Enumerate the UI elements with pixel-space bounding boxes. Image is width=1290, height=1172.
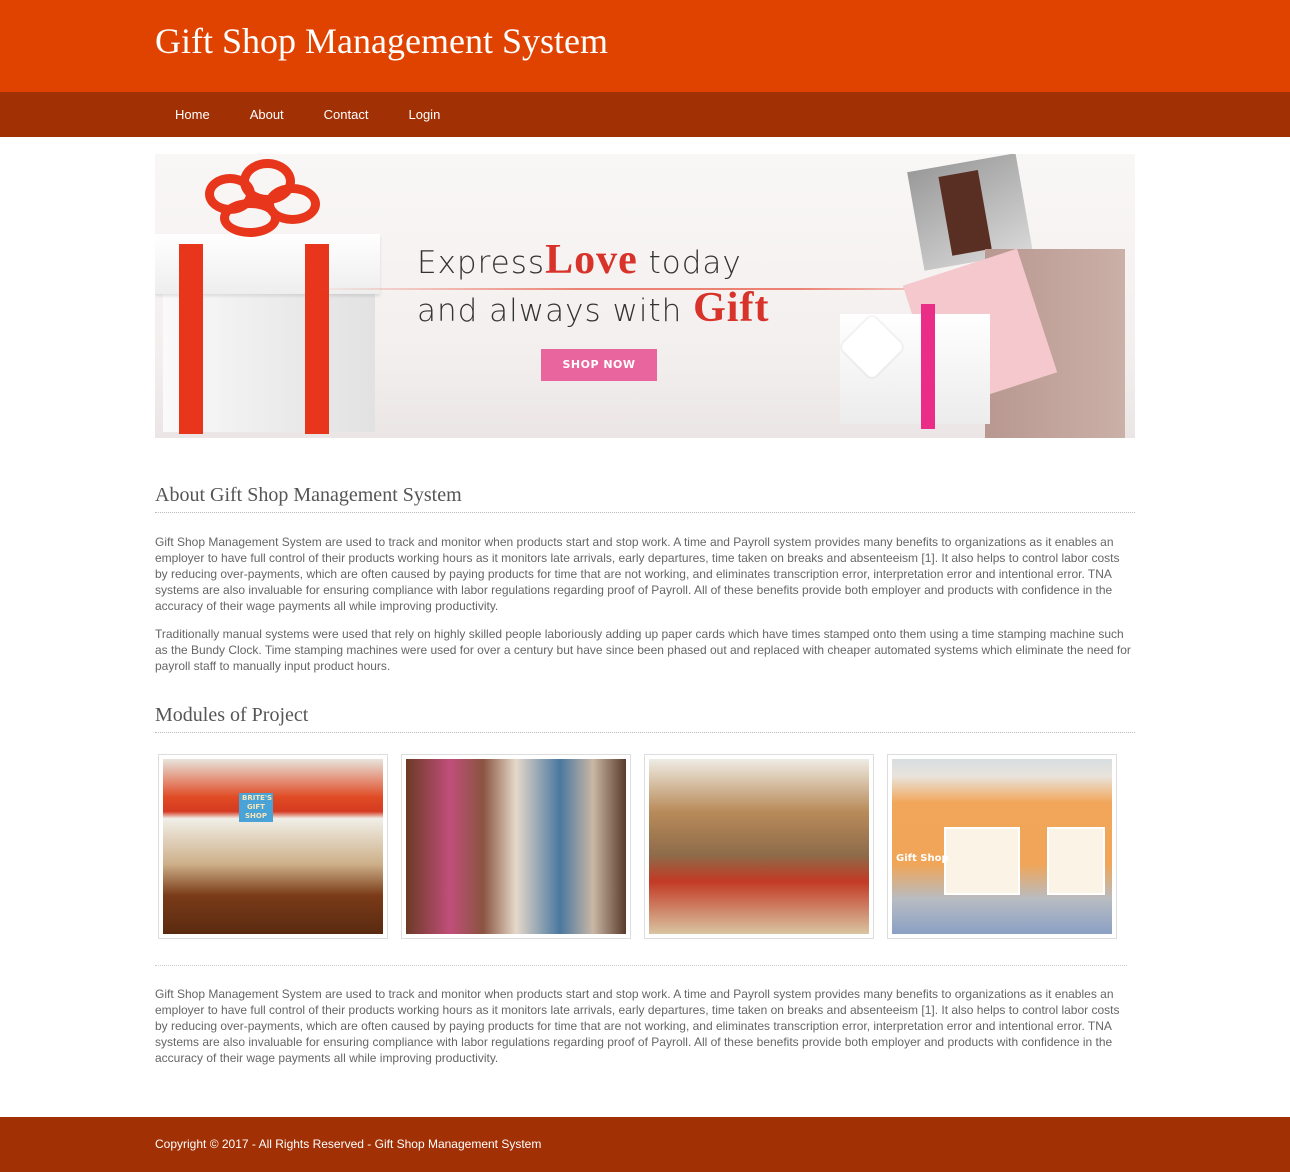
gift-ribbon [179,244,203,434]
about-title: About Gift Shop Management System [155,484,1135,513]
shop-sign: Gift Shop [896,853,949,864]
copyright-text: Copyright © 2017 - All Rights Reserved -… [155,1137,542,1151]
nav-item-about: About [230,92,304,137]
nav-item-home: Home [155,92,230,137]
section-divider [155,965,1127,966]
shop-doorway [1047,827,1105,895]
nav-item-contact: Contact [304,92,389,137]
module-thumbnail[interactable]: Gift Shop [887,754,1117,939]
hero-banner: ExpressLove today and always with Gift S… [155,154,1135,438]
gift-box-illustration [155,224,380,438]
banner-headline-line1: ExpressLove today [417,237,797,283]
module-thumbnail[interactable]: BRITE'S GIFT SHOP [158,754,388,939]
gift-bow-icon [185,159,325,249]
headline-text: and always with [417,293,683,329]
pink-ribbon [921,304,935,429]
shop-doorway [944,827,1020,895]
modules-summary: Gift Shop Management System are used to … [155,987,1120,1065]
module-image [649,759,869,934]
nav-link-login[interactable]: Login [388,92,460,137]
about-paragraph: Traditionally manual systems were used t… [155,627,1131,673]
main-content: ExpressLove today and always with Gift S… [155,154,1135,1066]
module-thumbnail[interactable] [644,754,874,939]
nav-item-login: Login [388,92,460,137]
nav-link-home[interactable]: Home [155,92,230,137]
nav-list: Home About Contact Login [155,92,1135,137]
gift-ribbon [305,244,329,434]
modules-section: Modules of Project BRITE'S GIFT SHOP Gif… [155,704,1135,1066]
shop-now-button[interactable]: SHOP NOW [541,349,657,381]
about-paragraph: Gift Shop Management System are used to … [155,535,1120,613]
site-header: Gift Shop Management System [0,0,1290,92]
headline-accent-gift: Gift [693,285,770,331]
module-image [406,759,626,934]
headline-text: today [648,245,742,281]
site-title: Gift Shop Management System [155,21,608,61]
headline-text: Express [417,245,546,281]
banner-headline-line2: and always with Gift [417,283,797,336]
headline-accent-love: Love [545,237,638,283]
nav-link-about[interactable]: About [230,92,304,137]
module-gallery: BRITE'S GIFT SHOP Gift Shop [155,754,1135,939]
gift-basket-illustration [765,154,1135,438]
module-thumbnail[interactable] [401,754,631,939]
module-image: BRITE'S GIFT SHOP [163,759,383,934]
banner-headline: ExpressLove today and always with Gift [417,237,797,336]
site-footer: Copyright © 2017 - All Rights Reserved -… [0,1117,1290,1172]
about-section: About Gift Shop Management System Gift S… [155,484,1135,674]
nav-link-contact[interactable]: Contact [304,92,389,137]
module-image: Gift Shop [892,759,1112,934]
modules-title: Modules of Project [155,704,1135,733]
main-nav: Home About Contact Login [0,92,1290,137]
shop-sign: BRITE'S GIFT SHOP [239,793,273,822]
